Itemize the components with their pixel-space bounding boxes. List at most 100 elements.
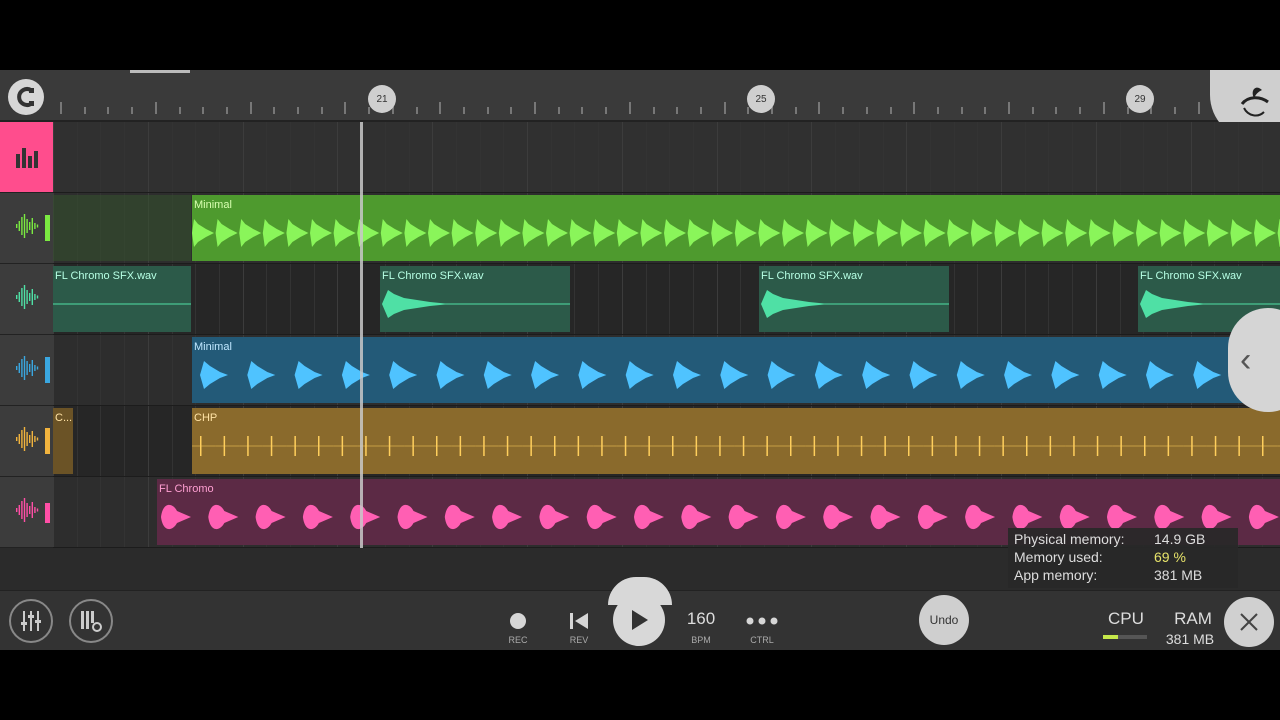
ruler-tick (913, 102, 916, 114)
physical-memory-value: 14.9 GB (1154, 531, 1206, 547)
track-header-5[interactable] (0, 477, 53, 548)
memory-info-panel: Physical memory: 14.9 GB Memory used: 69… (1008, 528, 1238, 588)
tempo-button[interactable]: 160 BPM (676, 601, 726, 649)
grid-line (242, 122, 244, 192)
grid-line (266, 122, 268, 192)
track-header-1[interactable] (0, 193, 53, 264)
clip-label: FL Chromo SFX.wav (382, 270, 484, 282)
grid-line (100, 406, 102, 476)
lane-pattern[interactable] (53, 122, 1280, 193)
grid-line (669, 122, 671, 192)
audio-clip[interactable]: Minimal (192, 337, 1280, 403)
grid-line (598, 264, 600, 334)
waveform-icon (15, 284, 39, 315)
ruler-tick (249, 102, 252, 114)
grid-line (76, 335, 78, 405)
ctrl-button[interactable]: CTRL (737, 601, 787, 649)
lane-1[interactable]: Minimal (53, 193, 1280, 264)
playhead[interactable] (360, 122, 363, 548)
mixer-sliders-icon (21, 611, 41, 631)
lane-4[interactable]: C... CHP (53, 406, 1280, 477)
ram-label: RAM (1174, 609, 1212, 628)
record-button[interactable]: REC (493, 601, 543, 649)
track-header-pattern[interactable] (0, 122, 53, 193)
grid-line (716, 122, 718, 192)
ruler-tick (605, 107, 608, 114)
waveform-icon (15, 426, 39, 457)
ram-value: 381 MB (1165, 631, 1215, 647)
more-dots-icon (746, 617, 778, 625)
grid-line (76, 122, 78, 192)
grid-line (100, 122, 102, 192)
grid-line (621, 122, 623, 192)
track-color-bar (45, 215, 50, 241)
ruler-tick (1031, 107, 1034, 114)
bpm-label: BPM (691, 635, 711, 645)
grid-line (218, 264, 220, 334)
ruler-tick (699, 107, 702, 114)
cpu-label: CPU (1108, 609, 1144, 628)
timeline-ruler[interactable]: 21 25 29 (0, 70, 1280, 140)
undo-button[interactable]: Undo (919, 595, 969, 645)
pattern-bars-icon (15, 148, 38, 168)
grid-line (645, 122, 647, 192)
grid-line (716, 264, 718, 334)
bar-marker-21[interactable]: 21 (368, 85, 396, 113)
piano-settings-button[interactable] (69, 599, 113, 643)
grid-line (100, 335, 102, 405)
track-header-2[interactable] (0, 264, 53, 335)
audio-clip[interactable]: FL Chromo SFX.wav (53, 266, 191, 332)
grid-line (953, 264, 955, 334)
ruler-tick (818, 102, 821, 114)
lane-3[interactable]: Minimal (53, 335, 1280, 406)
record-icon (510, 613, 526, 629)
track-color-bar (45, 428, 50, 454)
grid-line (195, 264, 197, 334)
grid-line (1166, 122, 1168, 192)
audio-clip[interactable]: C... (53, 408, 73, 474)
grid-line (171, 122, 173, 192)
ruler-tick (936, 107, 939, 114)
snap-magnet-icon[interactable] (8, 79, 44, 115)
grid-line (1238, 122, 1239, 192)
ruler-tick (1102, 102, 1105, 114)
bar-marker-25[interactable]: 25 (747, 85, 775, 113)
ruler-tick (557, 107, 560, 114)
waveform (192, 219, 1280, 247)
audio-clip[interactable]: FL Chromo SFX.wav (380, 266, 570, 332)
letterbox-bottom (0, 650, 1280, 720)
grid-line (1261, 122, 1263, 192)
ruler-tick (984, 107, 987, 114)
waveform (200, 361, 1269, 389)
audio-clip[interactable]: FL Chromo SFX.wav (759, 266, 949, 332)
bar-marker-29[interactable]: 29 (1126, 85, 1154, 113)
piano-gear-icon (81, 611, 102, 632)
lane-2[interactable]: FL Chromo SFX.wav FL Chromo SFX.wav FL C… (53, 264, 1280, 335)
mixer-button[interactable] (9, 599, 53, 643)
play-button[interactable] (613, 594, 665, 646)
play-icon (632, 610, 648, 630)
audio-clip[interactable]: Minimal (192, 195, 1280, 261)
grid-line (53, 122, 54, 192)
grid-line (692, 122, 694, 192)
grid-line (290, 264, 291, 334)
playlist-area[interactable]: Minimal FL Chromo SFX.wav FL Chromo SFX.… (53, 122, 1280, 548)
clip-label: FL Chromo SFX.wav (1140, 270, 1242, 282)
close-button[interactable] (1224, 597, 1274, 647)
clip-label: FL Chromo SFX.wav (55, 270, 157, 282)
rewind-button[interactable]: REV (554, 601, 604, 649)
waveform-icon (15, 213, 39, 244)
audio-clip[interactable] (53, 195, 191, 261)
track-header-3[interactable] (0, 335, 53, 406)
bpm-value: 160 (686, 609, 716, 628)
grid-line (929, 122, 931, 192)
grid-line (124, 406, 126, 476)
waveform (192, 436, 1280, 456)
track-header-4[interactable] (0, 406, 53, 477)
grid-line (811, 122, 813, 192)
ruler-tick (794, 107, 797, 114)
chevron-left-icon[interactable]: ‹ (1228, 308, 1280, 412)
grid-line (764, 122, 765, 192)
audio-clip[interactable]: CHP (192, 408, 1280, 474)
ruler-tick (415, 107, 418, 114)
